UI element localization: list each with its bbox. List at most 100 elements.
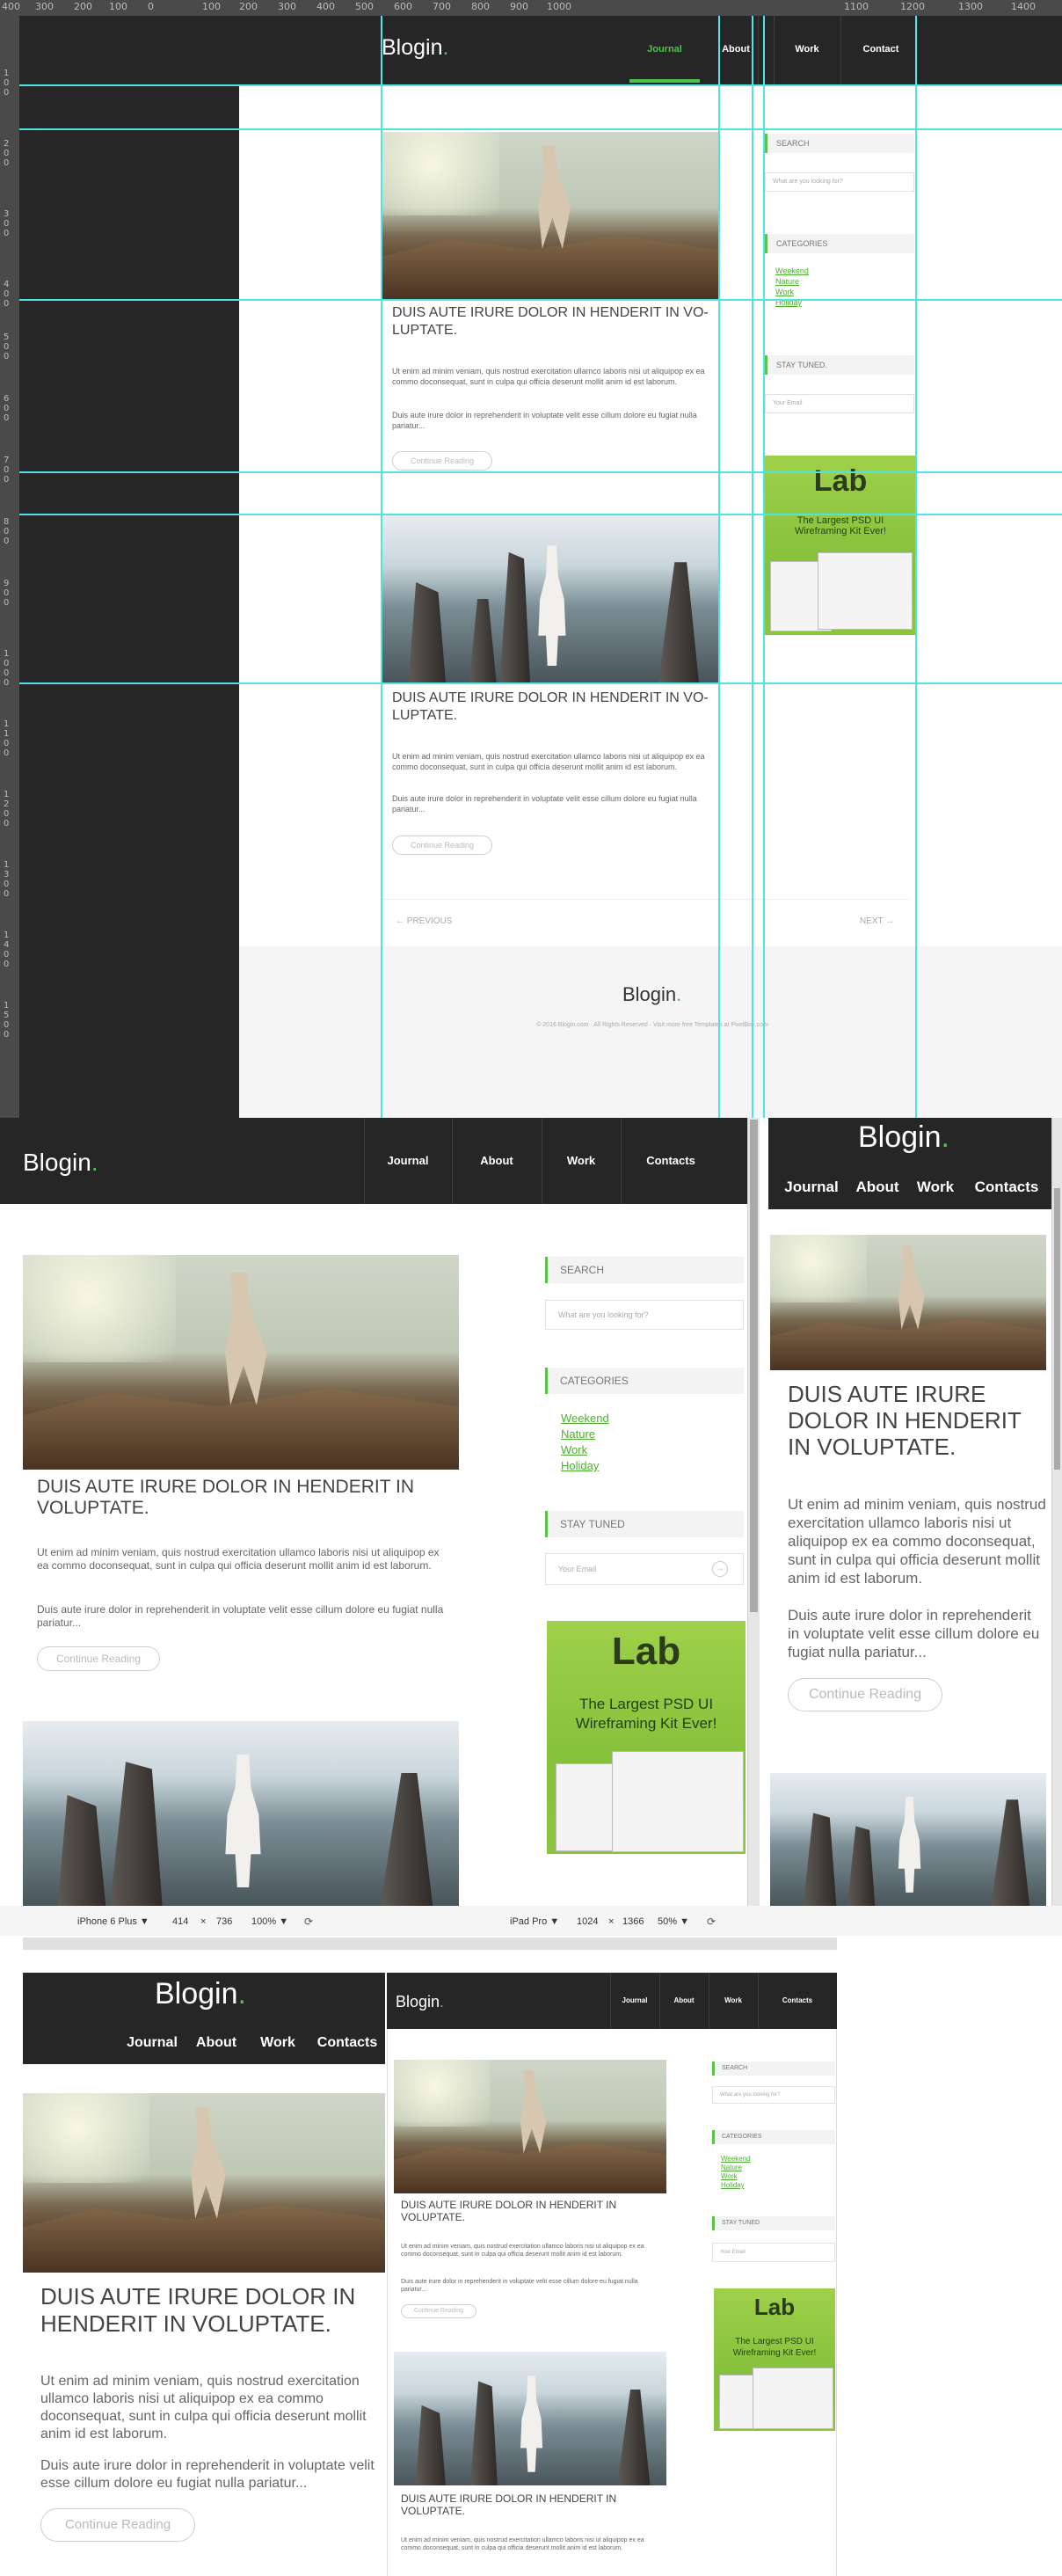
- post-title[interactable]: DUIS AUTE IRURE DOLOR IN HENDERIT IN VO-…: [392, 304, 709, 339]
- ad-banner[interactable]: Lab The Largest PSD UI Wireframing Kit E…: [714, 2288, 835, 2431]
- scrollbar[interactable]: [1051, 1118, 1062, 1906]
- ipad-nav-journal[interactable]: Journal: [610, 1996, 659, 2004]
- ad-banner[interactable]: Lab The Largest PSD UI Wireframing Kit E…: [765, 456, 916, 635]
- search-input[interactable]: What are you looking for?: [765, 172, 914, 192]
- post-image-jump[interactable]: [382, 132, 719, 299]
- device-height[interactable]: 1366: [622, 1916, 644, 1927]
- desktop-logo[interactable]: Blogin.: [23, 1149, 98, 1177]
- design-footer: [239, 946, 1062, 1118]
- category-link-nature[interactable]: Nature: [775, 276, 809, 287]
- ruler-label: 200: [4, 139, 10, 168]
- continue-reading-button[interactable]: Continue Reading: [392, 836, 492, 855]
- post-title[interactable]: DUIS AUTE IRURE DOLOR IN HENDERIT IN VOL…: [788, 1381, 1046, 1460]
- continue-reading-button[interactable]: Continue Reading: [401, 2304, 476, 2318]
- device-zoom[interactable]: 50% ▼: [658, 1916, 689, 1927]
- post-image-jump[interactable]: [770, 1235, 1046, 1370]
- category-link-work[interactable]: Work: [775, 287, 809, 297]
- device-select-right[interactable]: iPad Pro ▼: [510, 1916, 559, 1927]
- ipad-nav-contacts[interactable]: Contacts: [758, 1996, 837, 2004]
- ruler-label: 200: [239, 1, 258, 12]
- post-title[interactable]: DUIS AUTE IRURE DOLOR IN HENDERIT IN VO-…: [392, 690, 709, 725]
- device-zoom[interactable]: 100% ▼: [251, 1916, 288, 1927]
- category-link-weekend[interactable]: Weekend: [721, 2155, 751, 2164]
- ad-banner[interactable]: Lab The Largest PSD UI Wireframing Kit E…: [547, 1621, 746, 1854]
- iphone-nav-about[interactable]: About: [192, 2035, 241, 2051]
- post-image-lake[interactable]: [770, 1773, 1046, 1906]
- design-nav-journal[interactable]: Journal: [629, 44, 700, 55]
- mobile-nav-journal[interactable]: Journal: [779, 1179, 844, 1196]
- layout-guide: [19, 514, 1062, 515]
- post-title[interactable]: DUIS AUTE IRURE DOLOR IN HENDERIT IN VOL…: [401, 2492, 665, 2517]
- category-link-weekend[interactable]: Weekend: [561, 1411, 609, 1427]
- device-width[interactable]: 1024: [577, 1916, 598, 1927]
- continue-reading-button[interactable]: Continue Reading: [392, 451, 492, 471]
- iphone-nav-work[interactable]: Work: [251, 2035, 304, 2051]
- media-query-bar[interactable]: [23, 1937, 837, 1950]
- rotate-icon[interactable]: ⟳: [707, 1916, 716, 1928]
- category-list: Weekend Nature Work Holiday: [561, 1411, 609, 1474]
- category-link-holiday[interactable]: Holiday: [721, 2181, 751, 2190]
- email-input[interactable]: Your Email: [765, 394, 914, 413]
- post-image-jump[interactable]: [394, 2060, 666, 2193]
- post-excerpt: Ut enim ad minim veniam, quis nostrud ex…: [392, 367, 705, 386]
- mobile-nav-work[interactable]: Work: [909, 1179, 962, 1196]
- continue-reading-button[interactable]: Continue Reading: [788, 1678, 942, 1711]
- device-width[interactable]: 414: [172, 1916, 188, 1927]
- iphone-logo[interactable]: Blogin.: [155, 1977, 246, 2011]
- post-excerpt: Duis aute irure dolor in reprehenderit i…: [392, 794, 697, 814]
- desktop-nav-work[interactable]: Work: [542, 1154, 621, 1167]
- ipad-nav-about[interactable]: About: [659, 1996, 709, 2004]
- post-image-lake[interactable]: [23, 1721, 459, 1906]
- design-nav-contact[interactable]: Contact: [849, 44, 913, 55]
- desktop-nav-journal[interactable]: Journal: [364, 1154, 452, 1167]
- previous-link[interactable]: ← PREVIOUS: [396, 916, 452, 926]
- post-image-lake[interactable]: [394, 2352, 666, 2485]
- design-nav-work[interactable]: Work: [774, 44, 840, 55]
- continue-reading-button[interactable]: Continue Reading: [37, 1646, 160, 1671]
- post-excerpt: Duis aute irure dolor in reprehenderit i…: [40, 2458, 375, 2491]
- ipad-nav-work[interactable]: Work: [709, 1996, 758, 2004]
- category-link-work[interactable]: Work: [721, 2172, 751, 2181]
- post-excerpt: Duis aute irure dolor in reprehenderit i…: [788, 1607, 1040, 1660]
- iphone-nav-journal[interactable]: Journal: [121, 2035, 183, 2051]
- ruler-label: 100: [202, 1, 221, 12]
- email-input[interactable]: Your Email: [712, 2243, 835, 2262]
- search-input[interactable]: What are you looking for?: [545, 1300, 744, 1330]
- iphone-nav-contacts[interactable]: Contacts: [309, 2035, 385, 2051]
- ruler-label: 1000: [547, 1, 571, 12]
- mobile-nav-contacts[interactable]: Contacts: [964, 1179, 1050, 1196]
- desktop-nav-about[interactable]: About: [452, 1154, 542, 1167]
- ruler-label: 300: [278, 1, 296, 12]
- post-image-jump[interactable]: [23, 2093, 385, 2273]
- ruler-label: 1200: [900, 1, 925, 12]
- device-select-left[interactable]: iPhone 6 Plus ▼: [77, 1916, 149, 1927]
- design-canvas-left: [19, 84, 239, 1118]
- post-title[interactable]: DUIS AUTE IRURE DOLOR IN HENDERIT IN VOL…: [37, 1477, 450, 1519]
- arrow-right-icon[interactable]: →: [712, 1561, 728, 1577]
- post-title[interactable]: DUIS AUTE IRURE DOLOR IN HENDERIT IN VOL…: [40, 2283, 375, 2338]
- scrollbar[interactable]: [747, 1118, 760, 1906]
- device-height[interactable]: 736: [216, 1916, 232, 1927]
- category-link-holiday[interactable]: Holiday: [561, 1458, 609, 1474]
- next-link[interactable]: NEXT →: [860, 916, 894, 926]
- ruler-label: 1500: [4, 1001, 10, 1040]
- category-link-work[interactable]: Work: [561, 1442, 609, 1458]
- category-link-weekend[interactable]: Weekend: [775, 266, 809, 276]
- mobile-nav-about[interactable]: About: [847, 1179, 907, 1196]
- post-title[interactable]: DUIS AUTE IRURE DOLOR IN HENDERIT IN VOL…: [401, 2199, 665, 2223]
- rotate-icon[interactable]: ⟳: [304, 1916, 313, 1928]
- nav-divider: [758, 16, 759, 84]
- ad-screenshot: [753, 2368, 833, 2429]
- continue-reading-button[interactable]: Continue Reading: [40, 2508, 195, 2542]
- ruler-label: 300: [4, 209, 10, 238]
- ipad-logo[interactable]: Blogin.: [396, 1993, 444, 2011]
- category-link-nature[interactable]: Nature: [721, 2164, 751, 2172]
- desktop-nav-contacts[interactable]: Contacts: [621, 1154, 721, 1167]
- post-image-lake[interactable]: [382, 515, 719, 682]
- ipad-frame-edge: [387, 2029, 388, 2576]
- mobile-logo[interactable]: Blogin.: [858, 1120, 949, 1155]
- ruler-label: 100: [109, 1, 127, 12]
- category-link-nature[interactable]: Nature: [561, 1427, 609, 1442]
- post-image-jump[interactable]: [23, 1255, 459, 1470]
- search-input[interactable]: What are you looking for?: [712, 2086, 835, 2104]
